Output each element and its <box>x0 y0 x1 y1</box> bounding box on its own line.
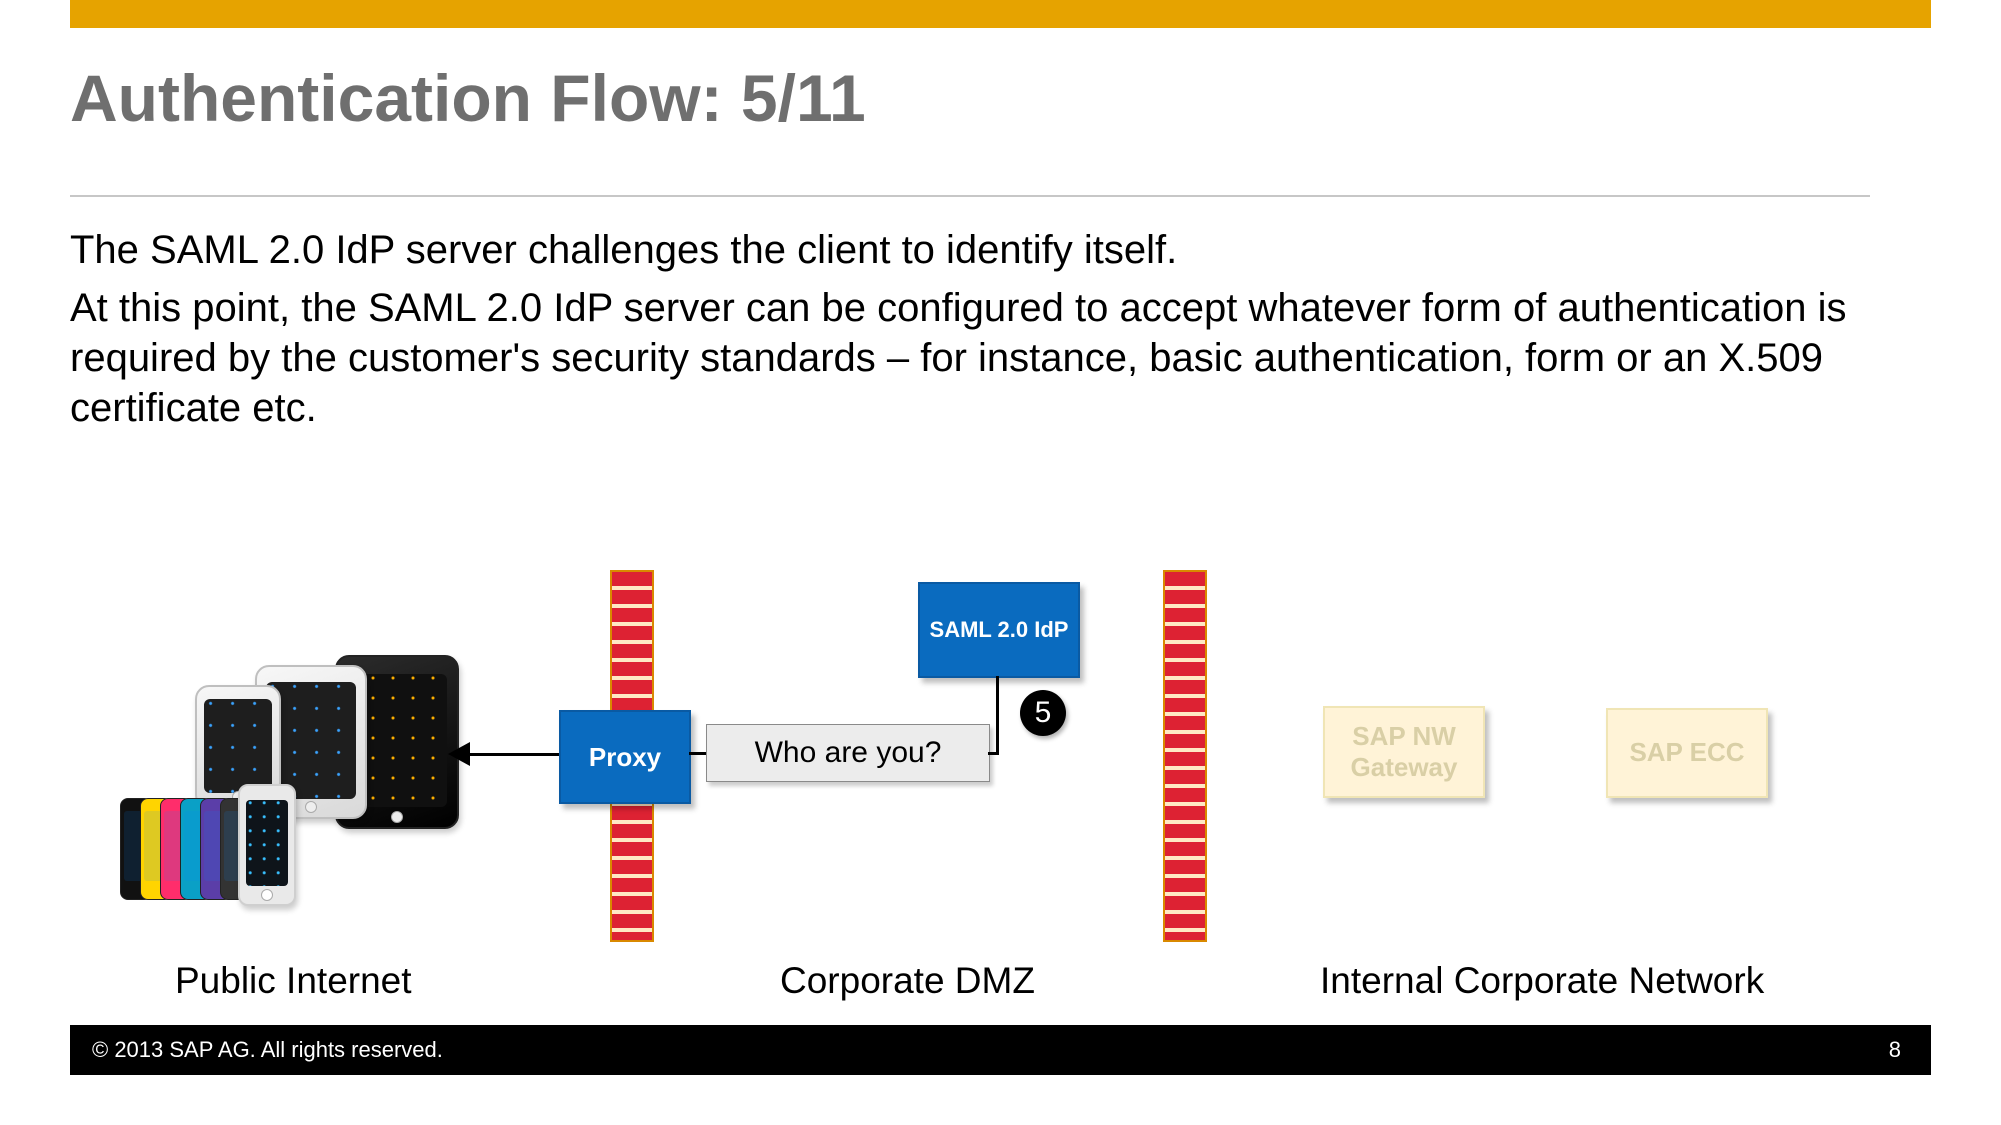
nw-gateway-label: SAP NW Gateway <box>1325 721 1483 783</box>
page-number: 8 <box>1889 1037 1901 1063</box>
challenge-message: Who are you? <box>706 724 990 782</box>
phones-icon <box>120 770 290 900</box>
client-devices-icon <box>100 650 460 880</box>
challenge-message-text: Who are you? <box>755 736 942 770</box>
zone-public-internet: Public Internet <box>175 960 412 1002</box>
body-text: The SAML 2.0 IdP server challenges the c… <box>70 225 1860 441</box>
saml-idp-label: SAML 2.0 IdP <box>930 617 1069 643</box>
proxy-label: Proxy <box>589 742 661 773</box>
proxy-node: Proxy <box>559 710 691 804</box>
architecture-diagram: Proxy SAML 2.0 IdP SAP NW Gateway SAP EC… <box>70 540 1870 970</box>
footer-bar: © 2013 SAP AG. All rights reserved. 8 <box>70 1025 1931 1075</box>
step-number-badge: 5 <box>1020 690 1066 736</box>
zone-corporate-dmz: Corporate DMZ <box>780 960 1035 1002</box>
arrow-to-client-icon <box>448 742 470 766</box>
slide: Authentication Flow: 5/11 The SAML 2.0 I… <box>70 0 1931 1125</box>
title-divider <box>70 195 1870 197</box>
connector-saml-down <box>996 676 999 752</box>
step-number: 5 <box>1035 696 1052 730</box>
ecc-node: SAP ECC <box>1606 708 1768 798</box>
page-title: Authentication Flow: 5/11 <box>70 60 866 136</box>
phone-front-icon <box>238 784 296 906</box>
connector-msg-to-proxy <box>689 752 706 755</box>
body-paragraph-2: At this point, the SAML 2.0 IdP server c… <box>70 283 1860 433</box>
nw-gateway-node: SAP NW Gateway <box>1323 706 1485 798</box>
connector-to-message <box>988 752 999 755</box>
copyright-text: © 2013 SAP AG. All rights reserved. <box>92 1037 443 1063</box>
accent-bar <box>70 0 1931 28</box>
body-paragraph-1: The SAML 2.0 IdP server challenges the c… <box>70 225 1860 275</box>
zone-internal-network: Internal Corporate Network <box>1320 960 1764 1002</box>
connector-proxy-to-client <box>468 753 559 756</box>
firewall-2-icon <box>1163 570 1207 942</box>
saml-idp-node: SAML 2.0 IdP <box>918 582 1080 678</box>
ecc-label: SAP ECC <box>1629 737 1744 768</box>
